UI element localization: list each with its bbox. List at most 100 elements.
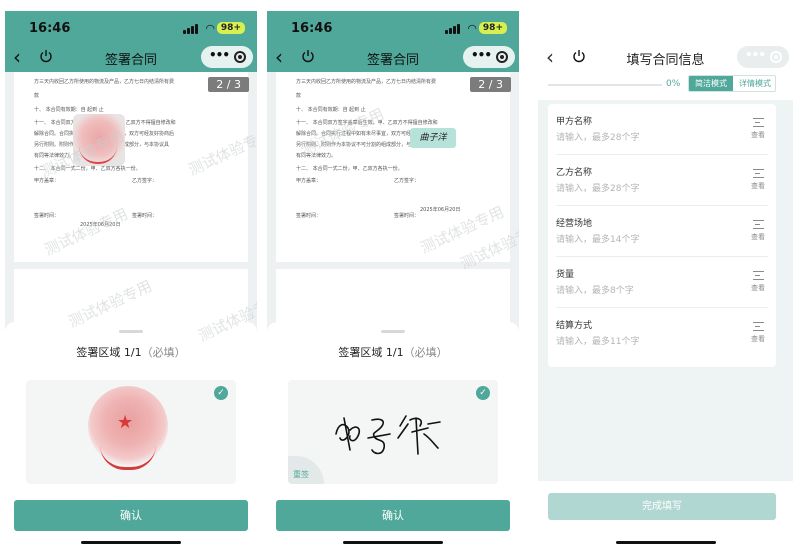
- view-icon: [752, 169, 764, 178]
- sign-time-a: 签署时间：: [34, 213, 60, 219]
- nav-bar: ‹ 填写合同信息 •••: [538, 45, 793, 71]
- view-icon: [752, 322, 764, 331]
- close-target-icon[interactable]: [496, 51, 508, 63]
- view-button[interactable]: 查看: [748, 271, 768, 293]
- home-indicator: [615, 541, 716, 544]
- header: ‹ 填写合同信息 •••: [538, 11, 793, 72]
- field-input[interactable]: 请输入，最多11个字: [556, 334, 639, 347]
- re-sign-label: 重签: [293, 470, 309, 479]
- signature-area[interactable]: ★ ✓: [26, 380, 236, 484]
- view-label: 查看: [751, 182, 765, 190]
- field-input[interactable]: 请输入，最多14个字: [556, 232, 639, 245]
- close-target-icon[interactable]: [234, 51, 246, 63]
- finish-button[interactable]: 完成填写: [548, 493, 776, 520]
- confirm-button[interactable]: 确认: [276, 500, 510, 531]
- view-button[interactable]: 查看: [748, 169, 768, 191]
- view-label: 查看: [751, 335, 765, 343]
- view-icon: [752, 271, 764, 280]
- doc-line: 方三天内收回乙方所使用的物流及产品，乙方七日内结清所有费: [34, 79, 175, 85]
- view-button[interactable]: 查看: [748, 118, 768, 140]
- phone-screen-signature: 16:46 ◠ 98+ ‹ 签署合同 ••• 2 / 3 方三天内收回乙方所使用…: [267, 11, 519, 547]
- wifi-icon: ◠: [467, 22, 477, 35]
- doc-line: 十、 本合同有效期：自 起到 止: [34, 107, 104, 113]
- view-label: 查看: [751, 284, 765, 292]
- required-hint: （必填）: [141, 346, 186, 359]
- progress-bar: [548, 84, 662, 86]
- form-field-party-b[interactable]: 乙方名称 请输入，最多28个字 查看: [556, 155, 768, 206]
- check-icon: ✓: [476, 386, 490, 400]
- next-contract-page: [276, 269, 510, 329]
- more-icon[interactable]: •••: [209, 48, 230, 62]
- sheet-title: 签署区域 1/1（必填）: [267, 344, 519, 360]
- field-input[interactable]: 请输入，最多8个字: [556, 283, 634, 296]
- signature-area[interactable]: ✓ 重签: [288, 380, 498, 484]
- company-seal: ★: [88, 386, 168, 470]
- nav-bar: ‹ 签署合同 •••: [5, 45, 257, 71]
- view-label: 查看: [751, 131, 765, 139]
- field-input[interactable]: 请输入，最多28个字: [556, 130, 639, 143]
- page-indicator: 2 / 3: [208, 77, 249, 92]
- more-icon[interactable]: •••: [471, 48, 492, 62]
- phone-screen-contract-form: ‹ 填写合同信息 ••• 0% 简洁模式 详情模式 甲方名称 请输入，最多28个…: [538, 11, 793, 547]
- confirm-button[interactable]: 确认: [14, 500, 248, 531]
- party-b-label: 乙方签字：: [132, 178, 158, 184]
- sheet-title-text: 签署区域 1/1: [76, 346, 142, 359]
- form-field-venue[interactable]: 经营场地 请输入，最多14个字 查看: [556, 206, 768, 257]
- signal-icon: [183, 24, 199, 34]
- doc-line: 款: [34, 93, 40, 99]
- view-icon: [752, 220, 764, 229]
- header: 16:46 ◠ 98+ ‹ 签署合同 •••: [267, 11, 519, 72]
- sign-time-b: 签署时间：: [132, 213, 158, 219]
- sign-time-a: 签署时间：: [296, 213, 322, 219]
- wifi-icon: ◠: [205, 22, 215, 35]
- battery-badge: 98+: [216, 22, 245, 34]
- mini-program-capsule[interactable]: •••: [463, 46, 515, 68]
- status-time: 16:46: [29, 21, 71, 36]
- field-label: 乙方名称: [556, 168, 593, 178]
- sheet-grabber[interactable]: [381, 330, 405, 333]
- mode-toggle: 简洁模式 详情模式: [688, 75, 776, 92]
- home-indicator: [343, 541, 443, 544]
- sign-date: 2025年06月20日: [420, 207, 461, 213]
- sign-time-b: 签署时间：: [394, 213, 420, 219]
- doc-line: 款: [296, 93, 302, 99]
- field-label: 甲方名称: [556, 117, 593, 127]
- status-bar: 16:46 ◠ 98+: [5, 11, 257, 45]
- form-field-party-a[interactable]: 甲方名称 请输入，最多28个字 查看: [556, 104, 768, 155]
- battery-badge: 98+: [478, 22, 507, 34]
- sheet-title-text: 签署区域 1/1: [338, 346, 404, 359]
- star-icon: ★: [117, 412, 134, 433]
- view-button[interactable]: 查看: [748, 220, 768, 242]
- form-field-settlement[interactable]: 结算方式 请输入，最多11个字 查看: [556, 308, 768, 359]
- sheet-title: 签署区域 1/1（必填）: [5, 344, 257, 360]
- view-button[interactable]: 查看: [748, 322, 768, 344]
- form-field-volume[interactable]: 货量 请输入，最多8个字 查看: [556, 257, 768, 308]
- field-label: 货量: [556, 270, 575, 280]
- simple-mode-tab[interactable]: 简洁模式: [689, 76, 733, 91]
- mini-program-capsule[interactable]: •••: [737, 46, 789, 68]
- doc-line: 十二、 本合同一式二份，甲、乙双方各执一份。: [296, 166, 403, 172]
- view-icon: [752, 118, 764, 127]
- detail-mode-tab[interactable]: 详情模式: [733, 76, 775, 91]
- contract-info-form: 甲方名称 请输入，最多28个字 查看 乙方名称 请输入，最多28个字 查看 经营…: [548, 104, 776, 367]
- phone-screen-seal: 16:46 ◠ 98+ ‹ 签署合同 ••• 2 / 3 方三天内收回乙方所使用…: [5, 11, 257, 547]
- party-b-label: 乙方签字：: [394, 178, 420, 184]
- signature-sheet: 签署区域 1/1（必填） ★ ✓ 确认: [5, 322, 257, 547]
- nav-bar: ‹ 签署合同 •••: [267, 45, 519, 71]
- doc-line: 方三天内收回乙方所使用的物流及产品，乙方七日内结清所有费: [296, 79, 437, 85]
- view-label: 查看: [751, 233, 765, 241]
- signature-sheet: 签署区域 1/1（必填） ✓ 重签 确认: [267, 322, 519, 547]
- re-sign-button[interactable]: 重签: [288, 456, 324, 484]
- field-input[interactable]: 请输入，最多28个字: [556, 181, 639, 194]
- check-icon: ✓: [214, 386, 228, 400]
- more-icon[interactable]: •••: [745, 48, 766, 62]
- sheet-grabber[interactable]: [119, 330, 143, 333]
- progress-row: 0% 简洁模式 详情模式: [538, 72, 793, 100]
- field-label: 经营场地: [556, 219, 593, 229]
- signature-thumbnail[interactable]: 曲子洋: [410, 128, 456, 148]
- handwritten-signature: [335, 415, 441, 455]
- header: 16:46 ◠ 98+ ‹ 签署合同 •••: [5, 11, 257, 72]
- mini-program-capsule[interactable]: •••: [201, 46, 253, 68]
- close-target-icon[interactable]: [770, 51, 782, 63]
- doc-line: 十、 本合同有效期：自 起到 止: [296, 107, 366, 113]
